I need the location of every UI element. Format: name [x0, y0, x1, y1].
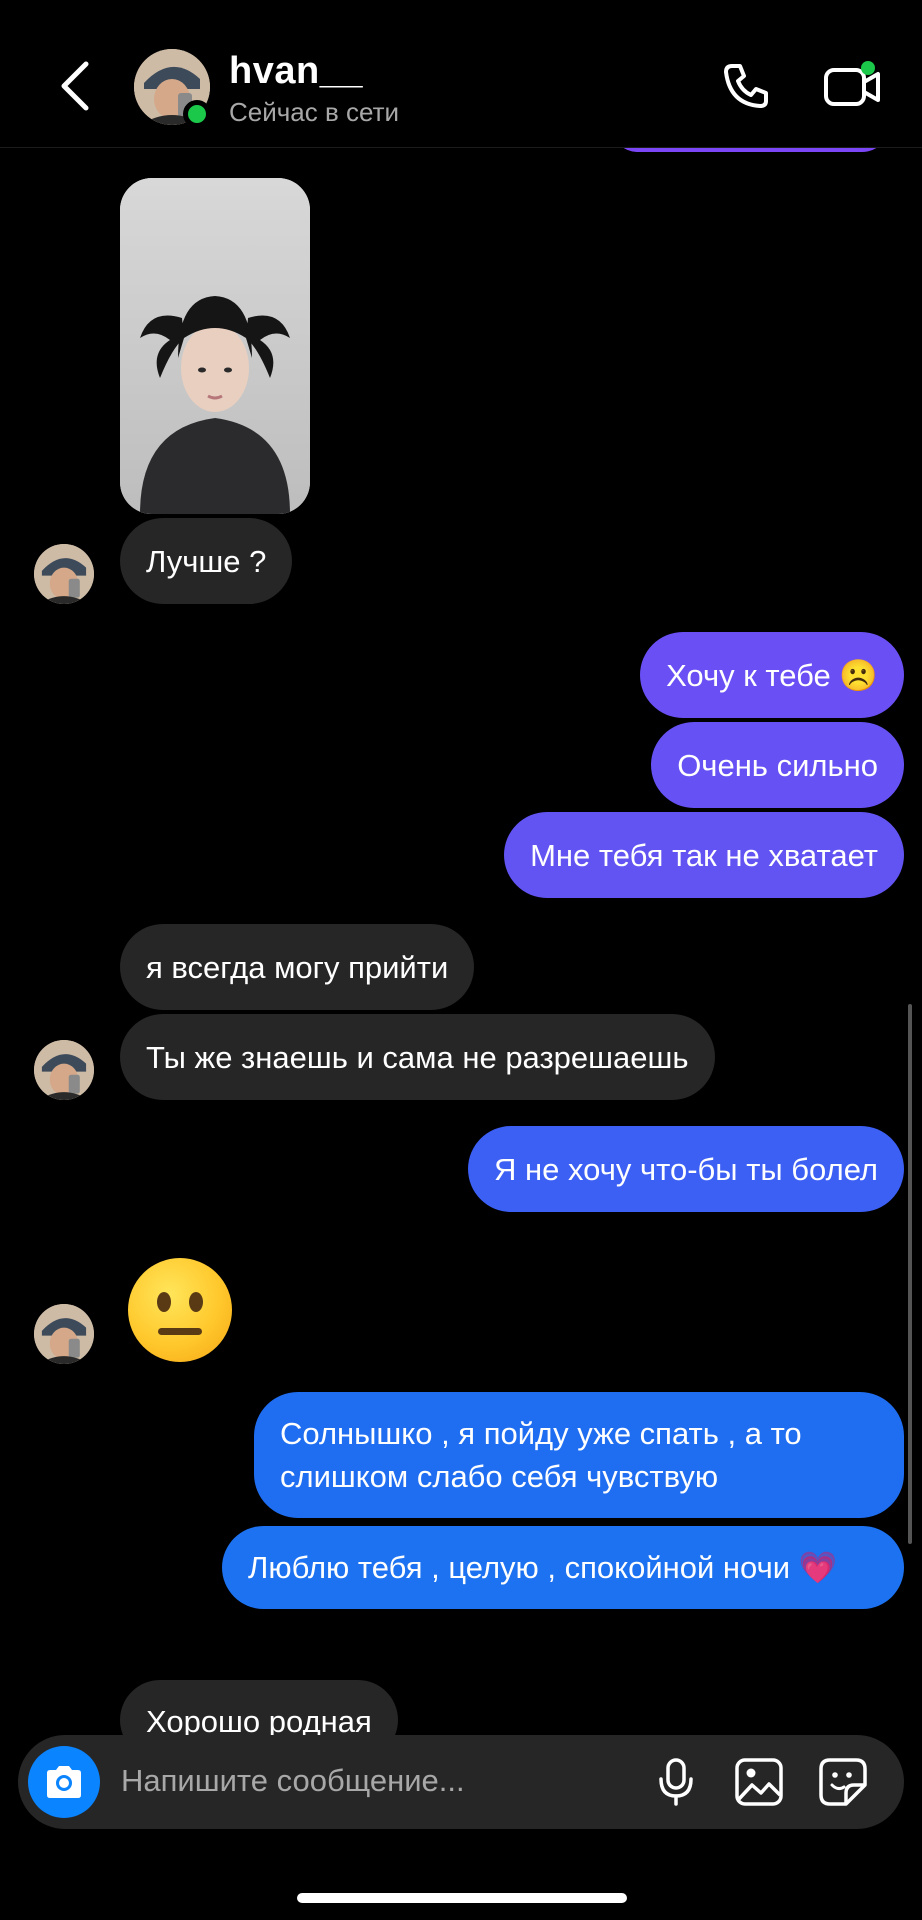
phone-call-icon[interactable]	[720, 60, 772, 112]
camera-button[interactable]	[28, 1746, 100, 1818]
microphone-icon[interactable]	[656, 1757, 696, 1807]
sender-avatar[interactable]	[34, 1040, 94, 1100]
outgoing-message[interactable]: Я не хочу что-бы ты болел	[468, 1126, 904, 1212]
neutral-face-emoji-message[interactable]	[128, 1258, 232, 1362]
photo-message[interactable]	[120, 178, 310, 514]
scrollbar[interactable]	[908, 1004, 912, 1544]
chat-header: hvan__ Сейчас в сети	[0, 0, 922, 148]
video-call-icon[interactable]	[822, 60, 884, 112]
sticker-icon[interactable]	[818, 1757, 868, 1807]
incoming-message[interactable]: Ты же знаешь и сама не разрешаешь	[120, 1014, 715, 1100]
sender-avatar[interactable]	[34, 1304, 94, 1364]
back-arrow-icon[interactable]	[56, 58, 96, 114]
presence-status: Сейчас в сети	[229, 97, 400, 127]
home-indicator[interactable]	[297, 1893, 627, 1903]
incoming-message[interactable]: я всегда могу прийти	[120, 924, 475, 1010]
message-composer: Напишите сообщение...	[18, 1735, 904, 1829]
incoming-message[interactable]: Лучше ?	[120, 518, 293, 604]
message-input[interactable]: Напишите сообщение...	[121, 1763, 465, 1799]
outgoing-message[interactable]: Очень сильно	[651, 722, 904, 808]
outgoing-message[interactable]: Люблю тебя , целую , спокойной ночи 💗	[222, 1526, 904, 1609]
outgoing-message[interactable]: Мне тебя так не хватает	[504, 812, 904, 898]
outgoing-message[interactable]: Солнышко , я пойду уже спать , а то слиш…	[254, 1392, 904, 1518]
sender-avatar[interactable]	[34, 544, 94, 604]
camera-icon	[47, 1766, 81, 1798]
chat-title[interactable]: hvan__	[229, 50, 363, 93]
gallery-icon[interactable]	[734, 1757, 784, 1807]
outgoing-message[interactable]: Хочу к тебе ☹️	[640, 632, 904, 718]
online-indicator	[183, 100, 211, 128]
